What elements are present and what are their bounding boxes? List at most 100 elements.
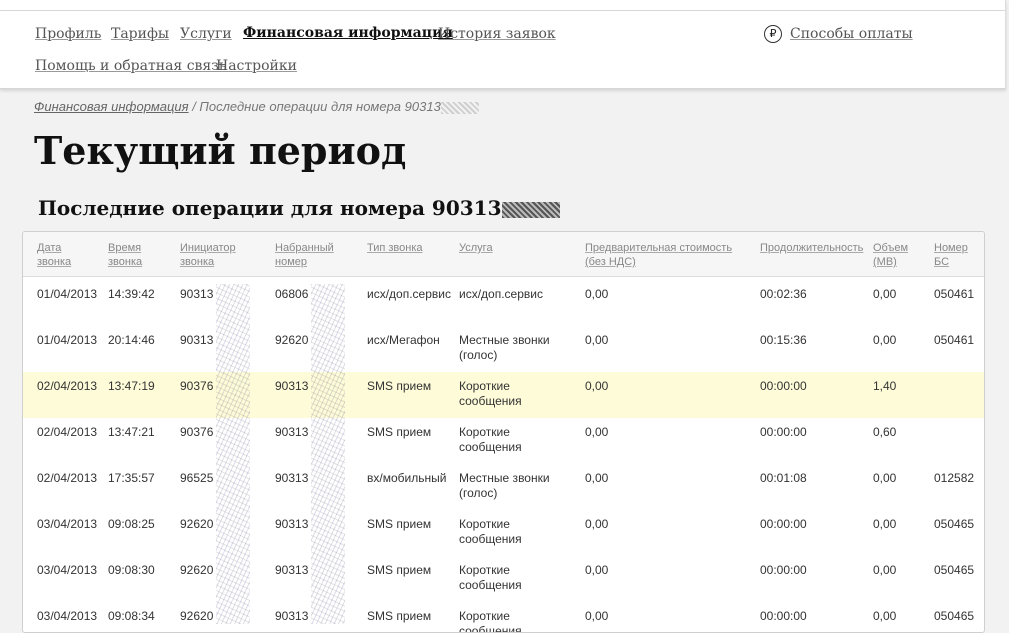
table-row: 01/04/2013 14:39:42 90313 06806 исх/доп.серв…: [23, 280, 984, 326]
breadcrumb-link-financial[interactable]: Финансовая информация: [34, 99, 189, 114]
cell-date: 01/04/2013: [37, 287, 98, 301]
cell-initiator: 90376: [180, 379, 214, 393]
nav-profile[interactable]: Профиль: [35, 26, 101, 42]
redacted-number: [440, 101, 479, 114]
cell-preliminary-cost: 0,00: [585, 333, 609, 347]
cell-preliminary-cost: 0,00: [585, 517, 609, 531]
cell-duration: 00:02:36: [760, 287, 807, 301]
cell-time: 09:08:25: [108, 517, 155, 531]
breadcrumb-current: Последние операции для номера 90313: [199, 99, 441, 114]
cell-duration: 00:00:00: [760, 563, 807, 577]
nav-services[interactable]: Услуги: [180, 26, 232, 42]
ruble-icon: ₽: [764, 25, 782, 43]
nav-settings[interactable]: Настройки: [216, 58, 297, 74]
cell-volume: 0,60: [873, 425, 897, 439]
cell-duration: 00:00:00: [760, 517, 807, 531]
cell-dialed-number: 90313: [275, 379, 309, 393]
cell-bs-number: 050461: [934, 287, 975, 301]
nav-tariffs[interactable]: Тарифы: [111, 26, 169, 42]
col-initiator[interactable]: Инициатор звонка: [180, 241, 236, 269]
cell-dialed-number: 90313: [275, 609, 309, 623]
cell-initiator: 92620: [180, 517, 214, 531]
operations-subtitle: Последние операции для номера 90313: [38, 196, 560, 220]
cell-preliminary-cost: 0,00: [585, 471, 609, 485]
cell-initiator: 90313: [180, 287, 214, 301]
col-bs-number[interactable]: Номер БС: [934, 241, 968, 269]
cell-duration: 00:00:00: [760, 609, 807, 623]
cell-duration: 00:01:08: [760, 471, 807, 485]
cell-time: 14:39:42: [108, 287, 155, 301]
top-navigation: Профиль Тарифы Услуги Финансовая информа…: [0, 0, 1006, 89]
cell-date: 02/04/2013: [37, 379, 98, 393]
cell-call-type: SMS прием: [367, 379, 432, 393]
cell-initiator: 92620: [180, 609, 214, 623]
nav-request-history[interactable]: История заявок: [438, 26, 556, 42]
cell-date: 01/04/2013: [37, 333, 98, 347]
cell-dialed-number: 90313: [275, 471, 309, 485]
cell-service: Местные звонки (голос): [459, 471, 550, 500]
cell-time: 13:47:21: [108, 425, 155, 439]
table-row: 03/04/2013 09:08:30 92620 90313 SMS прием Кор…: [23, 556, 984, 602]
cell-time: 17:35:57: [108, 471, 155, 485]
cell-duration: 00:00:00: [760, 425, 807, 439]
operations-table: Дата звонка Время звонка Инициатор звонк…: [22, 231, 985, 633]
payment-methods-link[interactable]: Способы оплаты: [790, 26, 913, 42]
cell-date: 03/04/2013: [37, 517, 98, 531]
col-time[interactable]: Время звонка: [108, 241, 142, 269]
redacted-number: [501, 201, 560, 218]
subtitle-text: Последние операции для номера 90313: [38, 196, 502, 220]
col-preliminary-cost[interactable]: Предварительная стоимость (без НДС): [585, 241, 732, 269]
col-call-type[interactable]: Тип звонка: [367, 241, 423, 255]
col-date[interactable]: Дата звонка: [37, 241, 71, 269]
cell-service: Местные звонки (голос): [459, 333, 550, 362]
cell-service: Короткие сообщения: [459, 425, 522, 454]
breadcrumb: Финансовая информация / Последние операц…: [34, 99, 479, 114]
cell-preliminary-cost: 0,00: [585, 379, 609, 393]
col-volume[interactable]: Объем (МВ): [873, 241, 908, 269]
col-duration[interactable]: Продолжительность: [760, 241, 863, 255]
col-service[interactable]: Услуга: [459, 241, 493, 255]
cell-dialed-number: 92620: [275, 333, 309, 347]
nav-help[interactable]: Помощь и обратная связь: [35, 58, 227, 74]
cell-date: 02/04/2013: [37, 471, 98, 485]
cell-initiator: 92620: [180, 563, 214, 577]
cell-bs-number: 012582: [934, 471, 975, 485]
cell-bs-number: 050465: [934, 517, 975, 531]
cell-time: 09:08:34: [108, 609, 155, 623]
cell-duration: 00:00:00: [760, 379, 807, 393]
col-dialed-number[interactable]: Набранный номер: [275, 241, 334, 269]
cell-call-type: SMS прием: [367, 517, 432, 531]
cell-volume: 1,40: [873, 379, 897, 393]
top-divider: [0, 10, 1005, 11]
cell-call-type: исх/Мегафон: [367, 333, 440, 347]
cell-preliminary-cost: 0,00: [585, 609, 609, 623]
cell-volume: 0,00: [873, 333, 897, 347]
cell-volume: 0,00: [873, 287, 897, 301]
cell-dialed-number: 06806: [275, 287, 309, 301]
cell-call-type: SMS прием: [367, 609, 432, 623]
table-row: 03/04/2013 09:08:34 92620 90313 SMS прием Кор…: [23, 602, 984, 633]
cell-date: 03/04/2013: [37, 563, 98, 577]
cell-time: 20:14:46: [108, 333, 155, 347]
cell-initiator: 90376: [180, 425, 214, 439]
cell-preliminary-cost: 0,00: [585, 287, 609, 301]
cell-service: Короткие сообщения: [459, 609, 522, 633]
cell-volume: 0,00: [873, 563, 897, 577]
redacted-dialed-column: [311, 284, 345, 624]
cell-call-type: вх/мобильный: [367, 471, 447, 485]
table-header: Дата звонка Время звонка Инициатор звонк…: [23, 232, 984, 277]
redacted-initiator-column: [216, 284, 250, 624]
cell-volume: 0,00: [873, 471, 897, 485]
table-row: 02/04/2013 17:35:57 96525 90313 вх/мобильный…: [23, 464, 984, 510]
page-title: Текущий период: [34, 128, 407, 173]
nav-financial-info[interactable]: Финансовая информация: [243, 25, 453, 41]
cell-service: Короткие сообщения: [459, 517, 522, 546]
breadcrumb-separator: /: [188, 99, 200, 114]
cell-dialed-number: 90313: [275, 517, 309, 531]
cell-bs-number: 050465: [934, 563, 975, 577]
cell-service: исх/доп.сервис: [459, 287, 543, 301]
cell-time: 09:08:30: [108, 563, 155, 577]
cell-call-type: исх/доп.сервис: [367, 287, 451, 301]
cell-date: 02/04/2013: [37, 425, 98, 439]
cell-call-type: SMS прием: [367, 563, 432, 577]
